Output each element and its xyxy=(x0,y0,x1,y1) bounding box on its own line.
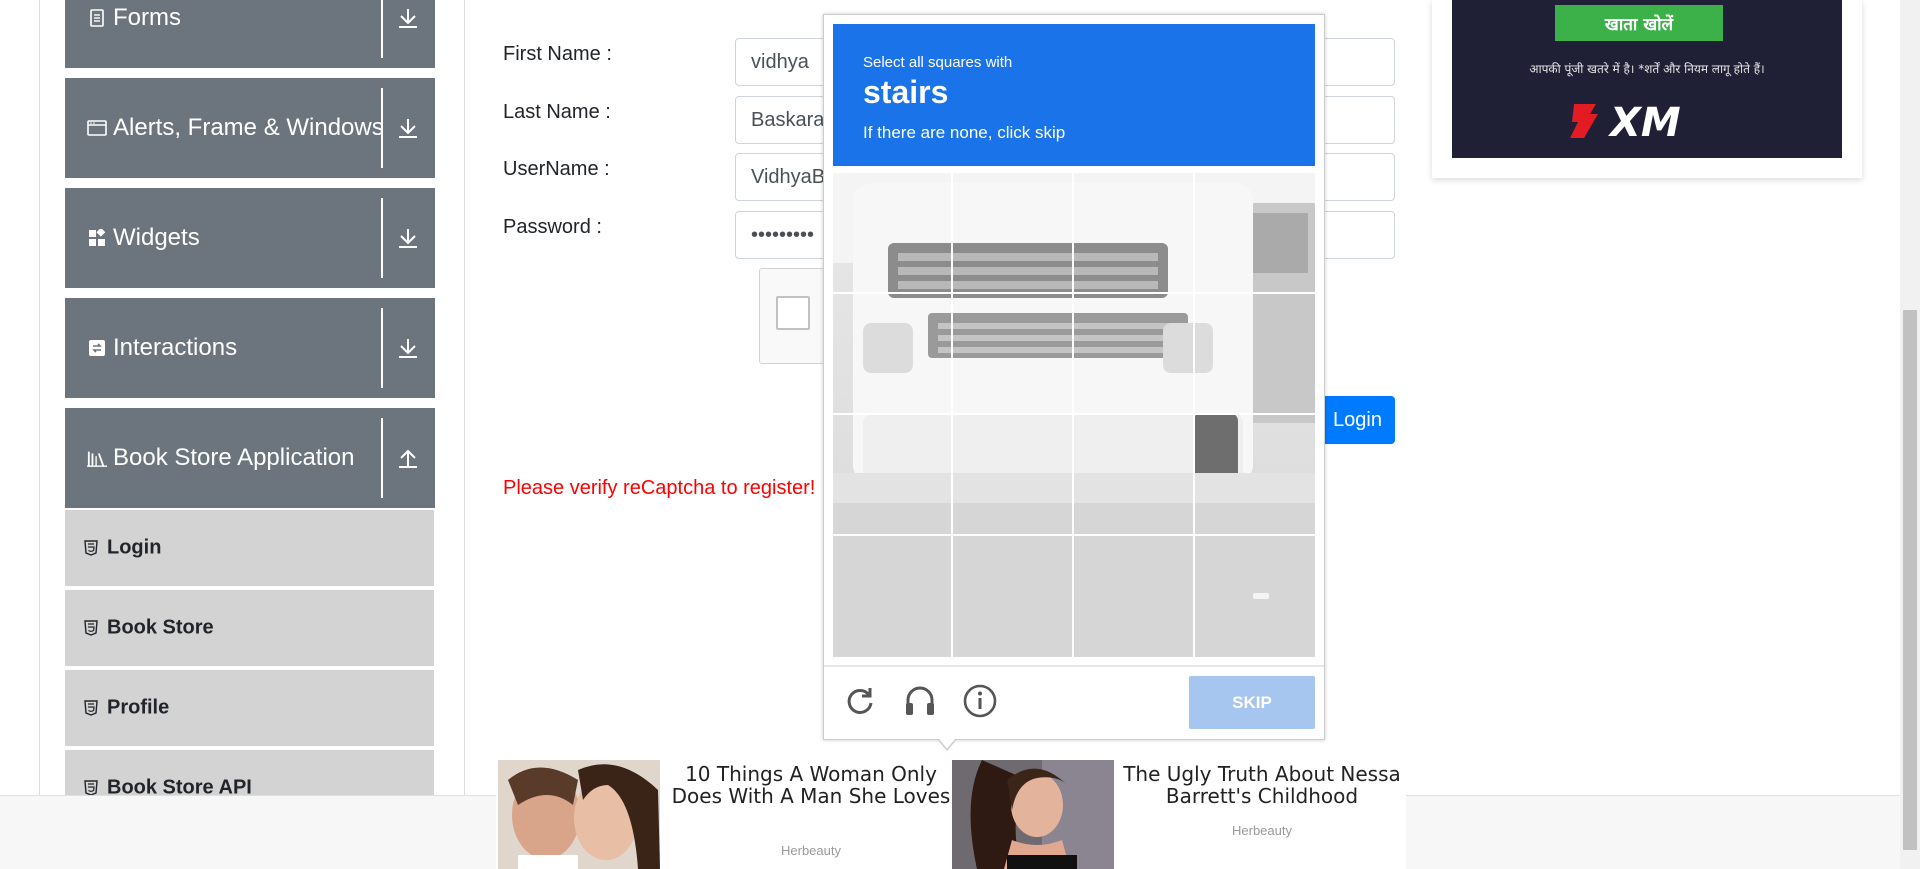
challenge-header: Select all squares with stairs If there … xyxy=(833,24,1315,166)
recaptcha-error: Please verify reCaptcha to register! xyxy=(503,477,816,499)
sidebar-item-label: Login xyxy=(107,536,162,559)
ad-source: Herbeauty xyxy=(781,843,841,858)
content-border xyxy=(464,0,465,795)
widgets-icon xyxy=(87,228,107,248)
xm-logo: XM xyxy=(1570,100,1681,144)
sidebar-item-label: Profile xyxy=(107,696,170,719)
captcha-tile[interactable] xyxy=(1195,173,1314,292)
interactions-icon xyxy=(87,338,107,358)
sidebar-group-label: Alerts, Frame & Windows xyxy=(113,114,384,141)
captcha-tile[interactable] xyxy=(1195,415,1314,534)
html5-icon xyxy=(84,700,98,716)
divider xyxy=(381,0,383,58)
challenge-pointer-icon xyxy=(937,738,957,752)
challenge-footer-divider xyxy=(824,665,1324,667)
captcha-tile[interactable] xyxy=(833,536,952,655)
sidebar-group-forms[interactable]: Forms xyxy=(65,0,435,68)
captcha-tile[interactable] xyxy=(1074,536,1193,655)
challenge-hint: If there are none, click skip xyxy=(863,123,1066,142)
captcha-tile[interactable] xyxy=(953,536,1072,655)
expand-icon[interactable] xyxy=(395,5,421,31)
ad-source: Herbeauty xyxy=(1232,823,1292,838)
ad-title[interactable]: 10 Things A Woman Only Does With A Man S… xyxy=(666,763,956,807)
captcha-tile[interactable] xyxy=(1074,415,1193,534)
divider xyxy=(381,418,383,498)
sidebar-border xyxy=(39,0,40,795)
sidebar-group-book-store[interactable]: Book Store Application xyxy=(65,408,435,508)
captcha-tile[interactable] xyxy=(953,415,1072,534)
window-icon xyxy=(87,118,107,138)
sidebar-group-alerts[interactable]: Alerts, Frame & Windows xyxy=(65,78,435,178)
captcha-tile[interactable] xyxy=(1074,173,1193,292)
captcha-tile[interactable] xyxy=(953,173,1072,292)
first-name-label: First Name : xyxy=(503,43,612,65)
captcha-tile[interactable] xyxy=(1195,294,1314,413)
html5-icon xyxy=(84,540,98,556)
sidebar-item-profile[interactable]: Profile xyxy=(65,670,434,748)
sidebar-item-label: Book Store xyxy=(107,616,214,639)
page-scrollbar[interactable] xyxy=(1900,0,1920,869)
captcha-tile[interactable] xyxy=(1195,536,1314,655)
ad-disclaimer: आपकी पूंजी खतरे में है। *शर्तें और नियम … xyxy=(1529,62,1765,76)
sidebar-group-label: Book Store Application xyxy=(113,444,355,471)
password-label: Password : xyxy=(503,216,602,238)
ad-image-portrait[interactable] xyxy=(952,760,1114,869)
sidebar-group-widgets[interactable]: Widgets xyxy=(65,188,435,288)
expand-icon[interactable] xyxy=(395,225,421,251)
open-account-button[interactable]: खाता खोलें xyxy=(1555,5,1723,41)
ad-image-couple[interactable] xyxy=(498,760,660,869)
divider xyxy=(381,88,383,168)
ad-title[interactable]: The Ugly Truth About Nessa Barrett's Chi… xyxy=(1120,763,1404,807)
audio-icon[interactable] xyxy=(902,683,938,719)
html5-icon xyxy=(84,620,98,636)
captcha-tile[interactable] xyxy=(953,294,1072,413)
challenge-instruction: Select all squares with xyxy=(863,54,1013,71)
xm-ad-banner[interactable]: खाता खोलें आपकी पूंजी खतरे में है। *शर्त… xyxy=(1452,0,1842,158)
captcha-tile[interactable] xyxy=(1074,294,1193,413)
challenge-target: stairs xyxy=(863,74,949,110)
sidebar-group-label: Interactions xyxy=(113,334,238,361)
captcha-tile[interactable] xyxy=(833,415,952,534)
sidebar-item-book-store[interactable]: Book Store xyxy=(65,590,434,668)
divider xyxy=(381,308,383,388)
sponsored-ads: 10 Things A Woman Only Does With A Man S… xyxy=(496,760,1406,869)
form-icon xyxy=(87,8,107,28)
captcha-tile[interactable] xyxy=(833,294,952,413)
sidebar-group-interactions[interactable]: Interactions xyxy=(65,298,435,398)
sidebar-group-label: Widgets xyxy=(113,224,200,251)
captcha-challenge: Select all squares with stairs If there … xyxy=(823,14,1325,740)
last-name-label: Last Name : xyxy=(503,101,611,123)
username-label: UserName : xyxy=(503,158,610,180)
sidebar-group-label: Forms xyxy=(113,4,181,31)
html5-icon xyxy=(84,780,98,796)
collapse-icon[interactable] xyxy=(395,445,421,471)
divider xyxy=(381,198,383,278)
books-icon xyxy=(87,448,107,468)
captcha-tile[interactable] xyxy=(833,173,952,292)
reload-icon[interactable] xyxy=(842,683,878,719)
expand-icon[interactable] xyxy=(395,335,421,361)
expand-icon[interactable] xyxy=(395,115,421,141)
login-button[interactable]: Login xyxy=(1320,396,1395,444)
scrollbar-thumb[interactable] xyxy=(1903,310,1917,850)
recaptcha-checkbox[interactable] xyxy=(776,296,810,330)
skip-button[interactable]: SKIP xyxy=(1189,676,1315,729)
sidebar-item-login[interactable]: Login xyxy=(65,510,434,588)
challenge-image-grid xyxy=(833,173,1315,657)
xm-brand-text: XM xyxy=(1607,100,1681,144)
info-icon[interactable] xyxy=(962,683,998,719)
